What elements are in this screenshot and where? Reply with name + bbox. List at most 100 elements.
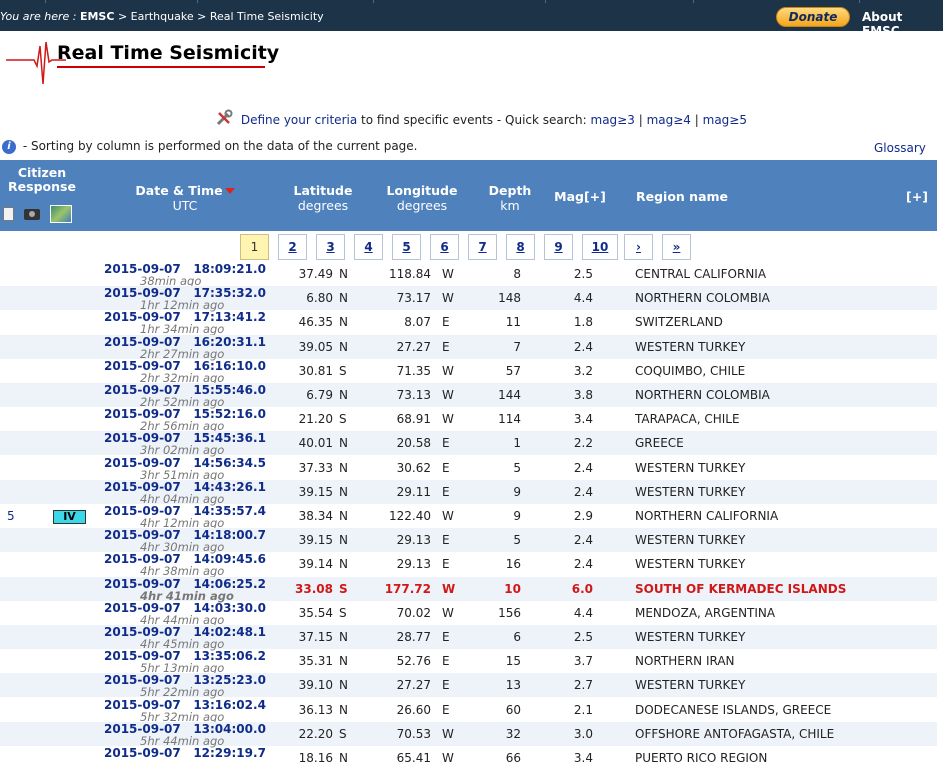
camera-icon[interactable] xyxy=(23,208,40,220)
column-header-citizen-response[interactable]: Citizen Response xyxy=(2,166,82,194)
event-latitude-direction: S xyxy=(339,582,348,596)
event-latitude: 36.13 xyxy=(298,703,333,717)
event-latitude-direction: N xyxy=(339,654,348,668)
page-5-button[interactable]: 5 xyxy=(392,234,421,260)
table-row[interactable]: 2015-09-07 14:43:26.1 4hr 04min ago 39.15 N… xyxy=(0,480,937,506)
define-criteria-link[interactable]: Define your criteria xyxy=(241,113,357,127)
page-10-button[interactable]: 10 xyxy=(582,234,618,260)
event-magnitude: 3.0 xyxy=(573,727,593,741)
event-region: NORTHERN COLOMBIA xyxy=(635,291,770,305)
table-row[interactable]: 2015-09-07 14:18:00.7 4hr 30min ago 39.15 N… xyxy=(0,528,937,554)
table-row[interactable]: 2015-09-07 16:20:31.1 2hr 27min ago 39.05 N… xyxy=(0,335,937,361)
event-magnitude: 4.4 xyxy=(573,606,593,620)
table-row[interactable]: 2015-09-07 13:04:00.0 5hr 44min ago 22.20 S… xyxy=(0,722,937,748)
column-header-longitude[interactable]: Longitude degrees xyxy=(381,183,463,213)
event-region: PUERTO RICO REGION xyxy=(635,751,768,765)
page-1-button[interactable]: 1 xyxy=(240,234,269,260)
next-page-button[interactable]: › xyxy=(624,234,653,260)
criteria-bar: Define your criteria to find specific ev… xyxy=(215,109,747,127)
event-longitude-direction: E xyxy=(442,461,450,475)
column-header-mag[interactable]: Mag[+] xyxy=(550,189,610,204)
event-latitude: 46.35 xyxy=(298,315,333,329)
glossary-link[interactable]: Glossary xyxy=(874,141,926,155)
top-navigation-bar: You are here : EMSC > Earthquake > Real … xyxy=(0,0,943,38)
event-latitude-direction: N xyxy=(339,388,348,402)
event-depth: 9 xyxy=(513,509,521,523)
table-row[interactable]: 2015-09-07 17:35:32.0 1hr 12min ago 6.80 N 7… xyxy=(0,286,937,312)
event-longitude-direction: W xyxy=(442,388,454,402)
table-row[interactable]: 2015-09-07 18:09:21.0 38min ago 37.49 N 118.… xyxy=(0,262,937,288)
event-region: DODECANESE ISLANDS, GREECE xyxy=(635,703,832,717)
event-depth: 10 xyxy=(504,582,521,596)
table-row[interactable]: 2015-09-07 13:25:23.0 5hr 22min ago 39.10 N… xyxy=(0,673,937,699)
breadcrumb-earthquake[interactable]: Earthquake xyxy=(131,10,194,23)
event-depth: 9 xyxy=(513,485,521,499)
event-longitude-direction: E xyxy=(442,630,450,644)
event-longitude: 73.13 xyxy=(396,388,431,402)
citizen-response-count[interactable]: 5 xyxy=(7,509,15,523)
event-longitude-direction: W xyxy=(442,751,454,765)
event-longitude: 20.58 xyxy=(396,436,431,450)
page-2-button[interactable]: 2 xyxy=(278,234,307,260)
event-longitude: 122.40 xyxy=(389,509,431,523)
event-region: WESTERN TURKEY xyxy=(635,533,746,547)
table-row[interactable]: 2015-09-07 13:35:06.2 5hr 13min ago 35.31 N… xyxy=(0,649,937,675)
event-magnitude: 2.4 xyxy=(573,340,593,354)
breadcrumb: You are here : EMSC > Earthquake > Real … xyxy=(0,10,324,23)
event-latitude-direction: N xyxy=(339,485,348,499)
event-region: NORTHERN COLOMBIA xyxy=(635,388,770,402)
latitude-header-label: Latitude xyxy=(293,183,353,198)
event-longitude: 28.77 xyxy=(396,630,431,644)
quick-search-mag4[interactable]: mag≥4 xyxy=(647,113,691,127)
page-3-button[interactable]: 3 xyxy=(316,234,345,260)
datetime-header-label: Date & Time xyxy=(135,183,223,198)
page-7-button[interactable]: 7 xyxy=(468,234,497,260)
table-row[interactable]: 2015-09-07 13:16:02.4 5hr 32min ago 36.13 N… xyxy=(0,698,937,724)
event-magnitude: 2.9 xyxy=(573,509,593,523)
page-9-button[interactable]: 9 xyxy=(544,234,573,260)
table-row[interactable]: 2015-09-07 15:55:46.0 2hr 52min ago 6.79 N 7… xyxy=(0,383,937,409)
last-page-button[interactable]: » xyxy=(662,234,691,260)
column-header-region[interactable]: Region name xyxy=(636,189,732,204)
table-row[interactable]: 2015-09-07 15:52:16.0 2hr 56min ago 21.20 S… xyxy=(0,407,937,433)
event-magnitude: 3.4 xyxy=(573,751,593,765)
table-row[interactable]: 2015-09-07 14:06:25.2 4hr 41min ago 33.08 S… xyxy=(0,577,937,603)
event-latitude: 39.14 xyxy=(298,557,333,571)
event-magnitude: 2.5 xyxy=(573,267,593,281)
column-header-datetime[interactable]: Date & Time UTC xyxy=(130,183,240,213)
event-latitude: 37.15 xyxy=(298,630,333,644)
intensity-badge[interactable]: IV xyxy=(53,510,86,524)
table-row[interactable]: 2015-09-07 14:56:34.5 3hr 51min ago 37.33 N… xyxy=(0,456,937,482)
table-row[interactable]: 2015-09-07 14:09:45.6 4hr 38min ago 39.14 N… xyxy=(0,552,937,578)
event-region: NORTHERN IRAN xyxy=(635,654,735,668)
event-magnitude: 2.5 xyxy=(573,630,593,644)
table-row[interactable]: 2015-09-07 15:45:36.1 3hr 02min ago 40.01 N… xyxy=(0,431,937,457)
event-longitude-direction: W xyxy=(442,509,454,523)
about-emsc-link[interactable]: About EMSC xyxy=(862,10,943,38)
event-latitude: 33.08 xyxy=(295,582,333,596)
table-row[interactable]: 2015-09-07 14:02:48.1 4hr 45min ago 37.15 N… xyxy=(0,625,937,651)
quick-search-mag5[interactable]: mag≥5 xyxy=(703,113,747,127)
column-header-depth[interactable]: Depth km xyxy=(483,183,537,213)
column-header-latitude[interactable]: Latitude degrees xyxy=(283,183,363,213)
event-latitude: 30.81 xyxy=(298,364,333,378)
table-row[interactable]: 2015-09-07 16:16:10.0 2hr 32min ago 30.81 S… xyxy=(0,359,937,385)
quick-search-mag3[interactable]: mag≥3 xyxy=(591,113,635,127)
map-icon[interactable] xyxy=(49,205,72,223)
page-6-button[interactable]: 6 xyxy=(430,234,459,260)
event-magnitude: 1.8 xyxy=(573,315,593,329)
sorting-info-text: - Sorting by column is performed on the … xyxy=(22,139,418,153)
donate-button[interactable]: Donate xyxy=(776,7,850,27)
document-icon[interactable] xyxy=(3,207,14,221)
table-row[interactable]: 2015-09-07 14:35:57.4 4hr 12min ago 38.34 N… xyxy=(0,504,937,530)
table-row[interactable]: 2015-09-07 17:13:41.2 1hr 34min ago 46.35 N… xyxy=(0,310,937,336)
table-row[interactable]: 2015-09-07 14:03:30.0 4hr 44min ago 35.54 S… xyxy=(0,601,937,627)
page-8-button[interactable]: 8 xyxy=(506,234,535,260)
event-latitude: 37.49 xyxy=(298,267,333,281)
event-time-ago: 1hr 34min ago xyxy=(140,322,225,336)
breadcrumb-emsc[interactable]: EMSC xyxy=(80,10,114,23)
table-row[interactable]: 2015-09-07 12:29:19.7 18.16 N 65.41 W 66 3.4 PU… xyxy=(0,746,937,770)
expand-columns-button[interactable]: [+] xyxy=(900,189,934,204)
event-depth: 13 xyxy=(505,678,521,692)
page-4-button[interactable]: 4 xyxy=(354,234,383,260)
